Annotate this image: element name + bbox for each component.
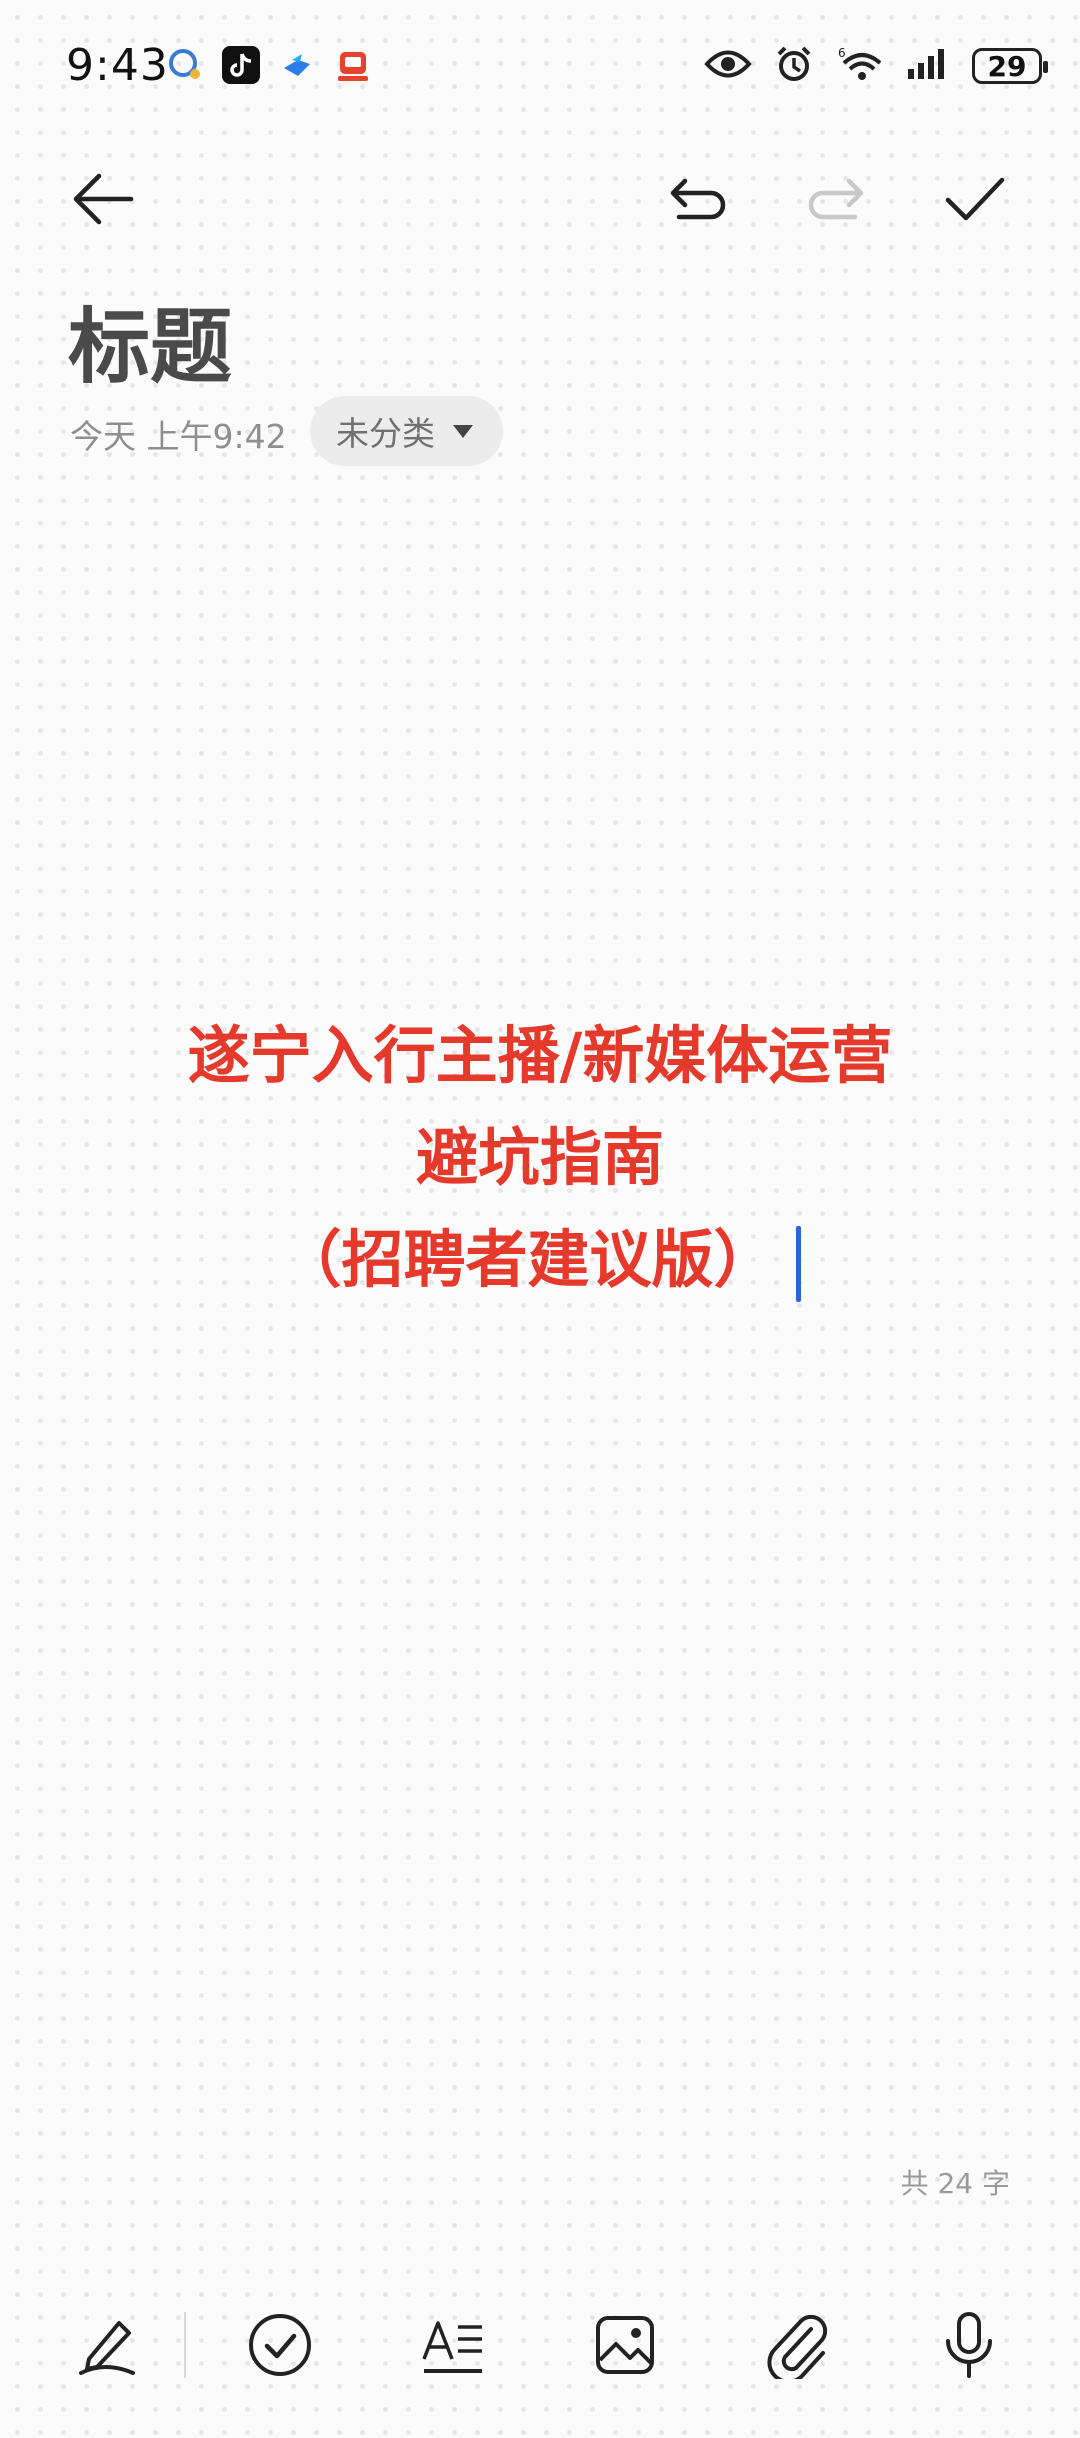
text-format-icon — [422, 2321, 482, 2373]
word-count: 共 24 字 — [900, 2167, 1010, 2200]
body-line-2: 避坑指南 — [415, 1121, 664, 1194]
checklist-icon — [249, 2314, 311, 2376]
text-format-button[interactable] — [408, 2300, 498, 2390]
alarm-icon — [774, 44, 814, 88]
notification-icons — [166, 46, 372, 84]
system-status: 6 29 — [704, 44, 1048, 88]
body-line-3: （招聘者建议版） — [0, 1209, 1080, 1311]
image-icon — [596, 2316, 654, 2374]
battery-level: 29 — [987, 49, 1027, 83]
confirm-button[interactable] — [930, 154, 1020, 244]
bird-app-icon — [278, 46, 316, 84]
undo-icon — [670, 178, 726, 220]
voice-input-button[interactable] — [924, 2300, 1014, 2390]
category-label: 未分类 — [336, 414, 435, 453]
eye-icon — [704, 47, 752, 85]
redo-icon — [808, 178, 864, 220]
attachment-icon — [767, 2314, 828, 2379]
dropdown-arrow-icon — [453, 424, 473, 438]
microphone-icon — [946, 2312, 992, 2378]
arrow-left-icon — [73, 173, 134, 225]
signal-icon — [906, 47, 950, 85]
note-title[interactable]: 标题 — [68, 280, 232, 399]
insert-image-button[interactable] — [580, 2300, 670, 2390]
toolbar-divider — [184, 2312, 186, 2378]
attachment-button[interactable] — [752, 2300, 842, 2390]
redo-button[interactable] — [792, 154, 882, 244]
wifi-6-icon: 6 — [836, 45, 884, 87]
delivery-app-icon — [334, 46, 372, 84]
status-time: 9:43 — [66, 40, 169, 91]
check-icon — [945, 177, 1005, 221]
back-button[interactable] — [58, 154, 148, 244]
chat-bubble-icon — [166, 46, 204, 84]
handwriting-pen-icon — [79, 2321, 135, 2375]
battery-icon: 29 — [972, 48, 1048, 84]
note-date: 今天 上午9:42 — [70, 417, 287, 456]
tiktok-icon — [222, 46, 260, 84]
text-cursor — [795, 1225, 801, 1302]
undo-button[interactable] — [652, 154, 742, 244]
handwriting-button[interactable] — [62, 2300, 152, 2390]
note-body[interactable]: 遂宁入行主播/新媒体运营 避坑指南 （招聘者建议版） — [0, 1005, 1080, 1311]
checklist-button[interactable] — [235, 2300, 325, 2390]
category-dropdown[interactable]: 未分类 — [310, 396, 503, 466]
body-line-3-text: （招聘者建议版） — [279, 1223, 776, 1296]
body-line-1: 遂宁入行主播/新媒体运营 — [187, 1019, 893, 1092]
svg-text:6: 6 — [838, 46, 846, 60]
